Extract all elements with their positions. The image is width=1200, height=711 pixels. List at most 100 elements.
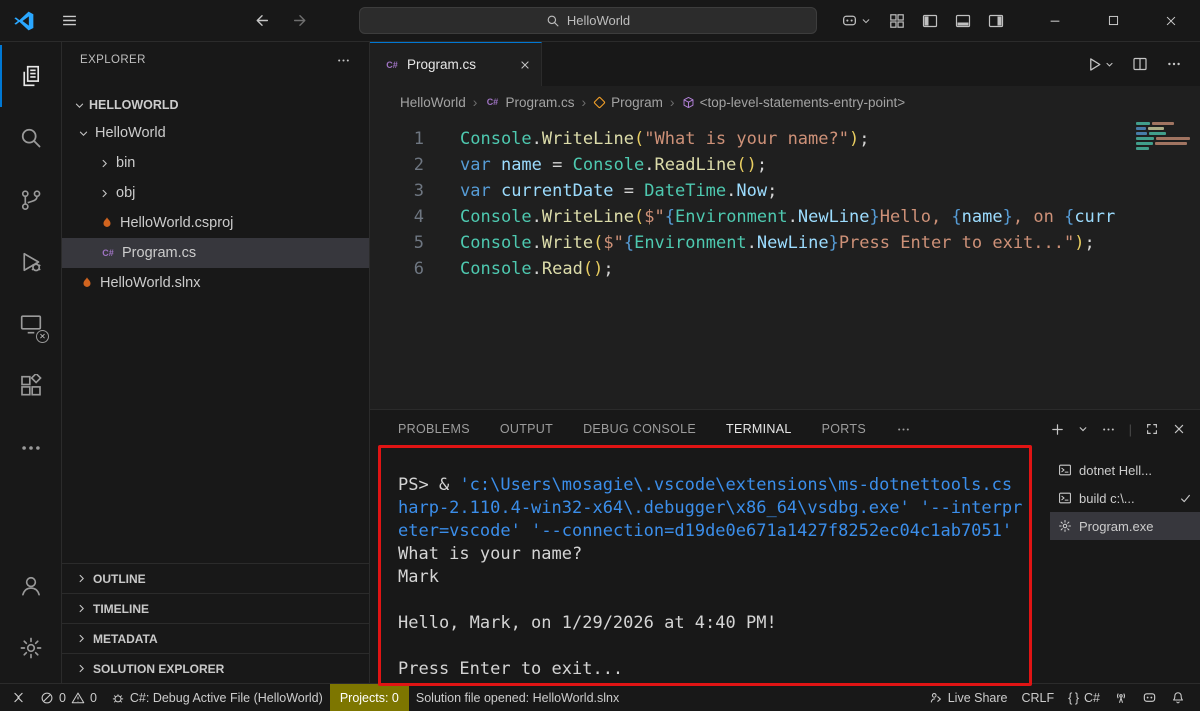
customize-layout-icon[interactable] — [889, 13, 905, 29]
bottom-panel: PROBLEMS OUTPUT DEBUG CONSOLE TERMINAL P… — [370, 409, 1200, 683]
debug-status[interactable]: C#: Debug Active File (HelloWorld) — [104, 684, 330, 711]
live-share-icon — [929, 691, 943, 705]
tree-item-program-cs-file[interactable]: C# Program.cs — [62, 238, 369, 268]
breadcrumb-folder[interactable]: HelloWorld — [400, 95, 466, 110]
split-editor-icon[interactable] — [1132, 56, 1148, 72]
explorer-more-actions-icon[interactable] — [336, 53, 351, 68]
remote-explorer-icon[interactable]: ✕ — [0, 293, 61, 355]
problems-status[interactable]: 0 0 — [33, 684, 104, 711]
tab-program-cs[interactable]: C# Program.cs — [370, 42, 542, 86]
chevron-right-icon — [99, 188, 110, 199]
breadcrumb-class[interactable]: Program — [593, 95, 663, 110]
tree-item-slnx-file[interactable]: HelloWorld.slnx — [62, 268, 369, 298]
arrow-left-icon[interactable] — [253, 12, 270, 29]
tree-item-obj-folder[interactable]: obj — [62, 178, 369, 208]
terminal-item-dotnet[interactable]: dotnet Hell... — [1050, 456, 1200, 484]
close-icon[interactable] — [519, 59, 531, 71]
toggle-sidebar-left-icon[interactable] — [922, 13, 938, 29]
explorer-icon[interactable] — [0, 45, 61, 107]
chevron-right-icon: › — [670, 94, 675, 110]
language-mode[interactable]: { } C# — [1061, 684, 1107, 711]
line-number: 2 — [370, 152, 424, 178]
tab-output[interactable]: OUTPUT — [500, 410, 553, 448]
breadcrumb-symbol[interactable]: <top-level-statements-entry-point> — [682, 95, 906, 110]
title-bar-center: HelloWorld — [335, 7, 841, 34]
new-terminal-icon[interactable] — [1050, 422, 1065, 437]
bell-icon — [1171, 691, 1185, 705]
workspace-section-header[interactable]: HELLOWORLD — [62, 92, 369, 118]
editor-more-actions-icon[interactable] — [1166, 56, 1182, 72]
tree-item-csproj-file[interactable]: HelloWorld.csproj — [62, 208, 369, 238]
broadcast-status[interactable] — [1107, 684, 1135, 711]
copilot-icon — [841, 12, 858, 29]
command-center-search[interactable]: HelloWorld — [359, 7, 817, 34]
code-line: 2 var name = Console.ReadLine(); — [370, 152, 1200, 178]
panel-more-actions-icon[interactable] — [1101, 422, 1116, 437]
symbol-cube-icon — [682, 96, 695, 109]
csharp-file-icon: C# — [384, 57, 400, 73]
error-icon — [40, 691, 54, 705]
toggle-sidebar-right-icon[interactable] — [988, 13, 1004, 29]
csproj-file-icon — [100, 216, 114, 230]
code-line: 4 Console.WriteLine($"{Environment.NewLi… — [370, 204, 1200, 230]
terminal-dropdown-chevron-icon[interactable] — [1078, 424, 1088, 434]
maximize-panel-icon[interactable] — [1145, 422, 1159, 436]
tree-item-helloworld-folder[interactable]: HelloWorld — [62, 118, 369, 148]
notifications-status[interactable] — [1164, 684, 1192, 711]
settings-gear-icon[interactable] — [0, 617, 61, 679]
section-solution-explorer[interactable]: SOLUTION EXPLORER — [62, 653, 369, 683]
section-outline[interactable]: OUTLINE — [62, 563, 369, 593]
solution-status[interactable]: Solution file opened: HelloWorld.slnx — [409, 684, 626, 711]
window-maximize-button[interactable] — [1084, 0, 1142, 42]
terminal-item-build[interactable]: build c:\... — [1050, 484, 1200, 512]
tree-item-label: Program.cs — [122, 245, 196, 261]
projects-status-badge[interactable]: Projects: 0 — [330, 684, 409, 711]
line-number: 6 — [370, 256, 424, 282]
tree-item-bin-folder[interactable]: bin — [62, 148, 369, 178]
tab-debug-console[interactable]: DEBUG CONSOLE — [583, 410, 696, 448]
eol-indicator[interactable]: CRLF — [1015, 684, 1062, 711]
search-view-icon[interactable] — [0, 107, 61, 169]
chevron-right-icon — [76, 633, 87, 644]
run-button[interactable] — [1086, 56, 1114, 73]
minimap[interactable] — [1136, 122, 1194, 152]
extensions-icon[interactable] — [0, 355, 61, 417]
activity-bar: ✕ — [0, 42, 62, 683]
menu-icon[interactable] — [61, 12, 78, 29]
terminal-output[interactable]: PS> & 'c:\Users\mosagie\.vscode\extensio… — [370, 448, 1050, 683]
copilot-menu[interactable] — [841, 12, 871, 29]
tab-problems[interactable]: PROBLEMS — [398, 410, 470, 448]
code-editor[interactable]: 1 Console.WriteLine("What is your name?"… — [370, 118, 1200, 409]
tab-ports[interactable]: PORTS — [822, 410, 866, 448]
chevron-right-icon — [76, 663, 87, 674]
panel-overflow-icon[interactable] — [896, 422, 911, 437]
warning-icon — [71, 691, 85, 705]
live-share-status[interactable]: Live Share — [922, 684, 1015, 711]
terminal-item-program-exe[interactable]: Program.exe — [1050, 512, 1200, 540]
code-line: 6 Console.Read(); — [370, 256, 1200, 282]
copilot-status[interactable] — [1135, 684, 1164, 711]
more-views-icon[interactable] — [0, 417, 61, 479]
breadcrumb: HelloWorld › C# Program.cs › Program › — [370, 86, 1200, 118]
remote-indicator[interactable] — [4, 684, 33, 711]
section-timeline[interactable]: TIMELINE — [62, 593, 369, 623]
arrow-right-icon[interactable] — [292, 12, 309, 29]
braces-icon: { } — [1068, 691, 1079, 705]
chevron-right-icon — [76, 603, 87, 614]
title-bar: HelloWorld — [0, 0, 1200, 42]
search-value: HelloWorld — [567, 13, 630, 28]
source-control-icon[interactable] — [0, 169, 61, 231]
breadcrumb-file[interactable]: C# Program.cs — [484, 94, 574, 110]
tab-terminal[interactable]: TERMINAL — [726, 410, 792, 448]
tree-item-label: obj — [116, 185, 135, 201]
window-close-button[interactable] — [1142, 0, 1200, 42]
close-panel-icon[interactable] — [1172, 422, 1186, 436]
tree-item-label: HelloWorld — [95, 125, 166, 141]
section-metadata[interactable]: METADATA — [62, 623, 369, 653]
toggle-panel-icon[interactable] — [955, 13, 971, 29]
slnx-file-icon — [80, 276, 94, 290]
window-minimize-button[interactable] — [1026, 0, 1084, 42]
separator: | — [1129, 422, 1132, 437]
run-and-debug-icon[interactable] — [0, 231, 61, 293]
accounts-icon[interactable] — [0, 555, 61, 617]
